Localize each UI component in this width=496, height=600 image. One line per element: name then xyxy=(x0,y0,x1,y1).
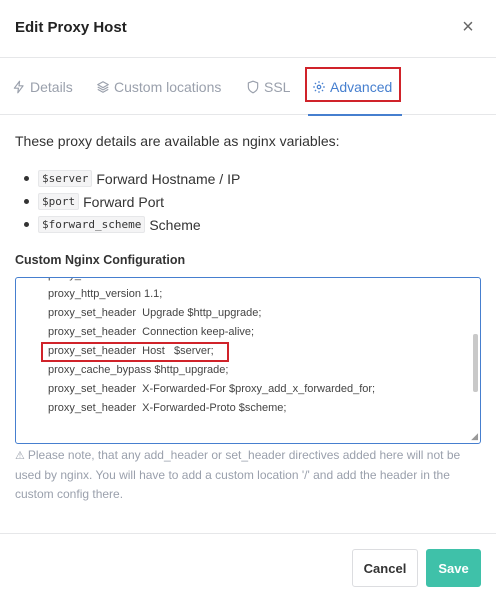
layers-icon xyxy=(97,80,109,93)
cancel-button[interactable]: Cancel xyxy=(352,549,418,587)
shield-icon xyxy=(247,80,259,93)
tab-ssl[interactable]: SSL xyxy=(246,58,290,115)
nginx-config-textarea[interactable]: proxy_ proxy_http_version 1.1; proxy_set… xyxy=(15,277,481,444)
config-line: proxy_set_header X-Forwarded-Proto $sche… xyxy=(48,402,287,414)
tab-details[interactable]: Details xyxy=(12,58,73,115)
tab-custom-locations-label: Custom locations xyxy=(114,78,222,95)
variables-list: $server Forward Hostname / IP $port Forw… xyxy=(23,167,241,236)
variable-description: Forward Port xyxy=(83,193,165,210)
variable-description: Scheme xyxy=(149,216,201,233)
modal-footer xyxy=(0,533,496,600)
warning-text: Please note, that any add_header or set_… xyxy=(15,448,461,501)
warning-icon: ⚠ xyxy=(15,450,25,462)
close-icon[interactable]: × xyxy=(460,17,476,37)
config-line: proxy_set_header Host $server; xyxy=(48,345,214,357)
list-item: $forward_scheme Scheme xyxy=(23,213,240,236)
bolt-icon xyxy=(13,80,24,93)
list-item: $port Forward Port xyxy=(23,190,240,213)
tab-ssl-label: SSL xyxy=(264,78,291,95)
save-button[interactable]: Save xyxy=(426,549,481,587)
config-line: proxy_set_header Connection keep-alive; xyxy=(48,326,255,338)
config-line: proxy_set_header Upgrade $http_upgrade; xyxy=(48,307,262,319)
config-line: proxy_http_version 1.1; xyxy=(48,288,163,300)
config-warning-note: ⚠ Please note, that any add_header or set… xyxy=(15,446,485,504)
config-line: proxy_ xyxy=(48,278,81,281)
variable-code: $forward_scheme xyxy=(38,216,146,233)
list-item: $server Forward Hostname / IP xyxy=(23,167,241,190)
modal-title: Edit Proxy Host xyxy=(15,19,127,36)
config-label: Custom Nginx Configuration xyxy=(15,253,186,267)
variables-intro: These proxy details are available as ngi… xyxy=(15,133,340,149)
variable-description: Forward Hostname / IP xyxy=(96,170,241,187)
tab-details-label: Details xyxy=(30,78,73,95)
variable-code: $port xyxy=(38,193,80,210)
config-line: proxy_set_header X-Forwarded-For $proxy_… xyxy=(48,383,376,395)
tab-advanced[interactable]: Advanced xyxy=(307,58,403,116)
config-line: proxy_cache_bypass $http_upgrade; xyxy=(48,364,229,376)
textarea-scrollbar[interactable] xyxy=(473,334,478,392)
tab-bar: Details Custom locations SSL Advanced xyxy=(0,58,496,116)
modal-header: Edit Proxy Host × xyxy=(0,0,496,58)
resize-grip-icon[interactable]: ◢ xyxy=(471,431,478,442)
tab-custom-locations[interactable]: Custom locations xyxy=(96,58,221,115)
tab-advanced-label: Advanced xyxy=(330,78,393,95)
variable-code: $server xyxy=(38,170,93,187)
gear-icon xyxy=(313,80,325,93)
